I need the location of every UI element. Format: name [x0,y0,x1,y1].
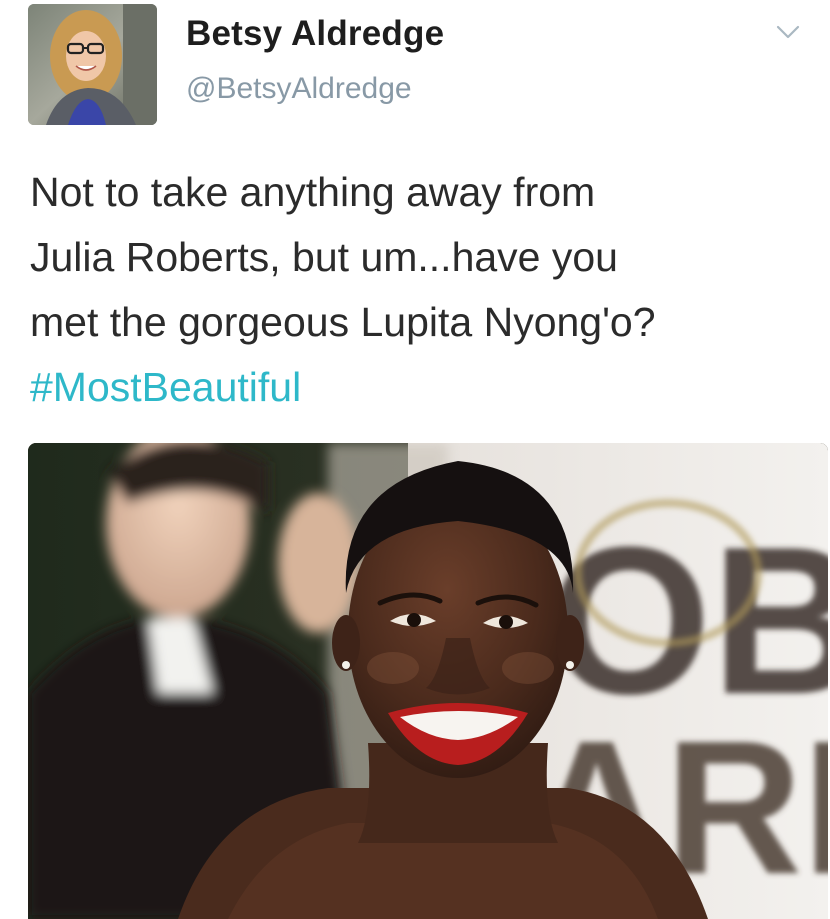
tweet-media-photo[interactable]: OB ARD [28,443,828,919]
chevron-down-icon[interactable] [773,20,803,44]
avatar[interactable] [28,4,157,125]
tweet-text: Not to take anything away from Julia Rob… [30,160,800,420]
display-name[interactable]: Betsy Aldredge [186,14,444,54]
tweet-text-line: Julia Roberts, but um...have you [30,234,618,280]
hashtag-link[interactable]: #MostBeautiful [30,355,800,420]
avatar-photo [28,4,157,125]
tweet-text-line: met the gorgeous Lupita Nyong'o? [30,299,656,345]
tweet-card: Betsy Aldredge @BetsyAldredge Not to tak… [0,0,830,919]
user-handle[interactable]: @BetsyAldredge [186,72,412,106]
photo-lupita: OB ARD [28,443,828,919]
tweet-text-line: Not to take anything away from [30,169,596,215]
